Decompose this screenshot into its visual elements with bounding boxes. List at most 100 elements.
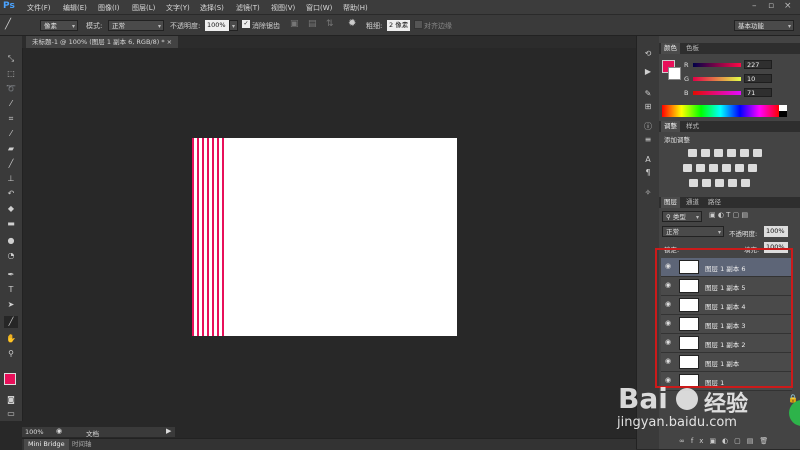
menu-type[interactable]: 文字(Y) [166,3,190,13]
workspace-select[interactable]: 基本功能 ▾ [734,20,794,31]
restore-icon[interactable]: ▫ [768,1,774,11]
color-spectrum-bar[interactable] [662,105,779,117]
color-bg-swatch[interactable] [668,67,681,80]
hand-icon[interactable]: ✋ [4,333,18,345]
curves-icon[interactable] [714,149,723,157]
opacity-input[interactable]: 100% [205,20,229,31]
menu-layer[interactable]: 图层(L) [132,3,155,13]
tool-presets-icon[interactable]: ✧ [641,187,655,199]
blur-icon[interactable]: ● [4,235,18,247]
tab-layers[interactable]: 图层 [661,197,680,208]
info-icon[interactable]: ⓘ [641,121,655,133]
menu-filter[interactable]: 滤镜(T) [236,3,260,13]
mode-select[interactable]: 正常 ▾ [108,20,164,31]
tab-mini-bridge[interactable]: Mini Bridge [24,439,69,450]
channel-b-value[interactable]: 71 [744,88,772,97]
move-icon[interactable]: ⤡ [4,53,18,65]
opacity-dropdown[interactable]: ▾ [229,20,238,31]
tab-styles[interactable]: 样式 [683,121,702,132]
posterize-icon[interactable] [702,179,711,187]
channel-g-value[interactable]: 10 [744,74,772,83]
align-edges-checkbox[interactable] [414,20,423,29]
type-icon[interactable]: T [4,284,18,296]
clone-source-icon[interactable]: ⊞ [641,101,655,113]
properties-icon[interactable]: ≡ [641,134,655,146]
levels-icon[interactable] [701,149,710,157]
tab-swatches[interactable]: 色板 [683,43,702,54]
weight-input[interactable]: 2 像素 [387,20,410,31]
brush-presets-icon[interactable]: ✎ [641,88,655,100]
close-tab-icon[interactable]: × [167,38,172,46]
screen-mode-icon[interactable]: ▭ [4,408,18,420]
character-icon[interactable]: A [641,154,655,166]
menu-file[interactable]: 文件(F) [27,3,51,13]
path-alignment-icon[interactable]: ▤ [308,19,317,29]
document-tab[interactable]: 未标题-1 @ 100% (图层 1 副本 6, RGB/8) * × [26,36,179,48]
tab-timeline[interactable]: 时间轴 [68,439,96,450]
gradient-icon[interactable]: ▬ [4,218,18,230]
menu-select[interactable]: 选择(S) [200,3,224,13]
magic-wand-icon[interactable]: ⁄ [4,98,18,110]
menu-help[interactable]: 帮助(H) [343,3,368,13]
brightness-contrast-icon[interactable] [688,149,697,157]
path-selection-icon[interactable]: ➤ [4,299,18,311]
antialias-checkbox[interactable]: ✓ [242,20,250,28]
tab-adjustments[interactable]: 调整 [661,121,680,132]
tab-color[interactable]: 颜色 [661,43,680,54]
eraser-icon[interactable]: ◆ [4,203,18,215]
marquee-icon[interactable]: ⬚ [4,68,18,80]
menu-image[interactable]: 图像(I) [98,3,120,13]
channel-mixer-icon[interactable] [735,164,744,172]
eyedropper-icon[interactable]: ⁄ [4,128,18,140]
tab-paths[interactable]: 路径 [705,197,724,208]
zoom-level[interactable]: 100% [25,428,44,436]
status-arrow-icon[interactable]: ▶ [166,427,171,435]
pen-icon[interactable]: ✒ [4,269,18,281]
actions-icon[interactable]: ▶ [641,66,655,78]
vibrance-icon[interactable] [740,149,749,157]
dodge-icon[interactable]: ◔ [4,250,18,262]
lasso-icon[interactable]: ➰ [4,83,18,95]
channel-b-slider[interactable] [693,91,741,95]
paragraph-icon[interactable]: ¶ [641,167,655,179]
minimize-icon[interactable]: – [752,1,757,11]
brush-icon[interactable]: ╱ [4,158,18,170]
quick-mask-icon[interactable]: ◙ [4,394,18,406]
document-canvas[interactable] [192,138,457,336]
path-arrangement-icon[interactable]: ⇅ [326,19,334,29]
unit-select[interactable]: 像素 ▾ [40,20,78,31]
gear-icon[interactable]: ✹ [348,18,356,29]
green-badge-icon[interactable] [789,400,800,426]
blend-mode-select[interactable]: 正常 ▾ [662,226,724,237]
line-tool-preset-icon[interactable]: ╱ [5,19,11,30]
zoom-icon[interactable]: ⚲ [4,348,18,360]
clone-stamp-icon[interactable]: ⊥ [4,173,18,185]
black-white-icon[interactable] [709,164,718,172]
history-icon[interactable]: ⟲ [641,48,655,60]
line-icon[interactable]: ╱ [4,316,18,328]
close-window-icon[interactable]: × [784,1,792,11]
tab-channels[interactable]: 通道 [683,197,702,208]
photo-filter-icon[interactable] [722,164,731,172]
app-logo[interactable]: Ps [3,1,15,11]
exposure-icon[interactable] [727,149,736,157]
healing-brush-icon[interactable]: ▰ [4,143,18,155]
threshold-icon[interactable] [715,179,724,187]
filter-icons[interactable]: ▣ ◐ T ▢ ▤ [709,211,748,219]
menu-window[interactable]: 窗口(W) [306,3,332,13]
status-info-icon[interactable]: ◉ [56,427,62,435]
menu-view[interactable]: 视图(V) [271,3,295,13]
hue-saturation-icon[interactable] [683,164,692,172]
black-swatch[interactable] [779,111,787,117]
color-lookup-icon[interactable] [748,164,757,172]
foreground-color-swatch[interactable] [4,373,16,385]
channel-r-value[interactable]: 227 [744,60,772,69]
crop-icon[interactable]: ⌗ [4,113,18,125]
menu-edit[interactable]: 编辑(E) [63,3,87,13]
selective-color-icon[interactable] [728,179,737,187]
channel-g-slider[interactable] [693,77,741,81]
gradient-map-icon[interactable] [753,149,762,157]
layer-filter-select[interactable]: ⚲ 类型 ▾ [662,211,702,222]
channel-r-slider[interactable] [693,63,741,67]
color-balance-icon[interactable] [696,164,705,172]
